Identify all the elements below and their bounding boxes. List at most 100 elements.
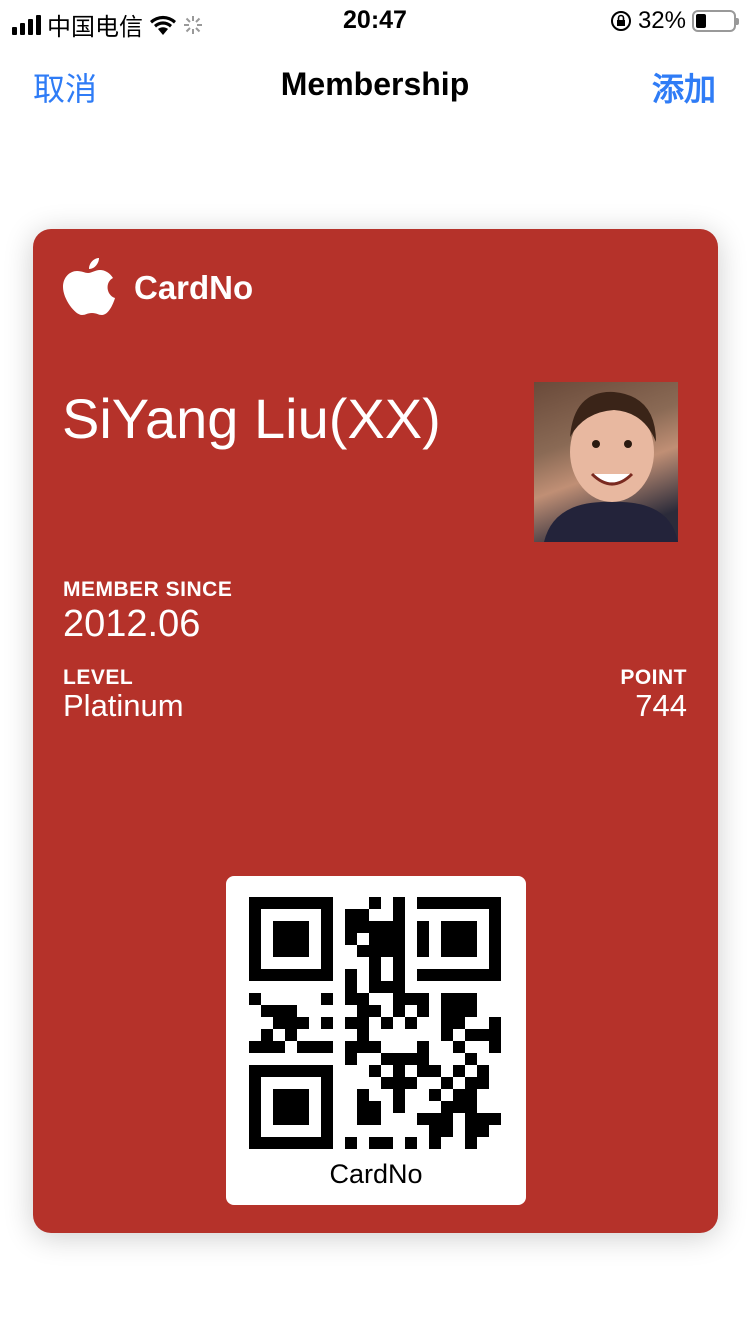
qr-module: [369, 1101, 381, 1113]
qr-module: [429, 1125, 441, 1137]
qr-module: [249, 1041, 261, 1053]
qr-module: [345, 1137, 357, 1149]
point-label: POINT: [620, 666, 687, 689]
qr-module: [273, 921, 285, 933]
qr-module: [261, 1005, 273, 1017]
qr-module: [453, 933, 465, 945]
member-since-label: MEMBER SINCE: [63, 578, 233, 601]
qr-module: [465, 1053, 477, 1065]
qr-module: [429, 1089, 441, 1101]
qr-module: [393, 969, 405, 981]
qr-module: [345, 1053, 357, 1065]
qr-module: [273, 1017, 285, 1029]
qr-module: [453, 1065, 465, 1077]
qr-module: [369, 1137, 381, 1149]
qr-module: [249, 969, 261, 981]
qr-module: [429, 1065, 441, 1077]
qr-module: [465, 1077, 477, 1089]
qr-module: [441, 1005, 453, 1017]
qr-module: [441, 1101, 453, 1113]
qr-module: [273, 969, 285, 981]
qr-module: [261, 897, 273, 909]
page-title: Membership: [280, 66, 470, 102]
qr-module: [285, 933, 297, 945]
qr-module: [369, 945, 381, 957]
qr-module: [297, 1137, 309, 1149]
qr-module: [345, 921, 357, 933]
qr-module: [369, 1113, 381, 1125]
qr-module: [429, 969, 441, 981]
qr-module: [249, 1125, 261, 1137]
qr-module: [465, 945, 477, 957]
qr-module: [249, 1065, 261, 1077]
qr-module: [249, 1137, 261, 1149]
nav-bar: 取消 Membership 添加: [0, 60, 750, 110]
qr-module: [489, 957, 501, 969]
qr-module: [261, 1041, 273, 1053]
qr-module: [369, 897, 381, 909]
qr-module: [489, 921, 501, 933]
qr-module: [489, 897, 501, 909]
qr-code: [249, 897, 501, 1149]
qr-module: [273, 1113, 285, 1125]
qr-module: [369, 1005, 381, 1017]
qr-module: [465, 933, 477, 945]
qr-module: [297, 921, 309, 933]
rotation-lock-icon: [610, 11, 631, 31]
qr-module: [369, 969, 381, 981]
add-button[interactable]: 添加: [652, 64, 716, 110]
qr-module: [465, 1137, 477, 1149]
qr-module: [357, 1005, 369, 1017]
qr-module: [285, 1029, 297, 1041]
battery-icon: [692, 10, 739, 32]
qr-module: [297, 1065, 309, 1077]
qr-module: [297, 1101, 309, 1113]
level-value: Platinum: [63, 688, 184, 723]
qr-module: [441, 921, 453, 933]
qr-module: [405, 1053, 417, 1065]
qr-module: [477, 897, 489, 909]
qr-module: [345, 993, 357, 1005]
qr-module: [321, 969, 333, 981]
qr-module: [321, 897, 333, 909]
apple-logo-icon: [63, 258, 115, 315]
qr-module: [393, 933, 405, 945]
qr-module: [357, 1113, 369, 1125]
qr-module: [249, 945, 261, 957]
qr-module: [381, 1137, 393, 1149]
qr-module: [429, 897, 441, 909]
qr-module: [477, 1125, 489, 1137]
qr-module: [273, 1089, 285, 1101]
card-brand: CardNo: [134, 269, 254, 306]
qr-module: [441, 1077, 453, 1089]
qr-module: [285, 945, 297, 957]
qr-module: [429, 1113, 441, 1125]
qr-module: [285, 969, 297, 981]
qr-module: [465, 921, 477, 933]
qr-module: [261, 1065, 273, 1077]
qr-module: [297, 1113, 309, 1125]
qr-module: [285, 1101, 297, 1113]
qr-module: [465, 1113, 477, 1125]
qr-module: [357, 921, 369, 933]
qr-module: [309, 969, 321, 981]
qr-module: [489, 969, 501, 981]
qr-module: [477, 1077, 489, 1089]
qr-module: [393, 1005, 405, 1017]
level-label: LEVEL: [63, 666, 134, 689]
qr-module: [477, 969, 489, 981]
member-photo: [534, 382, 678, 542]
qr-module: [453, 921, 465, 933]
qr-module: [369, 1065, 381, 1077]
qr-module: [273, 1005, 285, 1017]
qr-module: [441, 897, 453, 909]
qr-module: [357, 1041, 369, 1053]
qr-module: [357, 1029, 369, 1041]
qr-module: [417, 1005, 429, 1017]
qr-module: [273, 945, 285, 957]
qr-module: [321, 933, 333, 945]
qr-module: [441, 969, 453, 981]
qr-module: [249, 909, 261, 921]
qr-module: [273, 1101, 285, 1113]
qr-module: [393, 957, 405, 969]
